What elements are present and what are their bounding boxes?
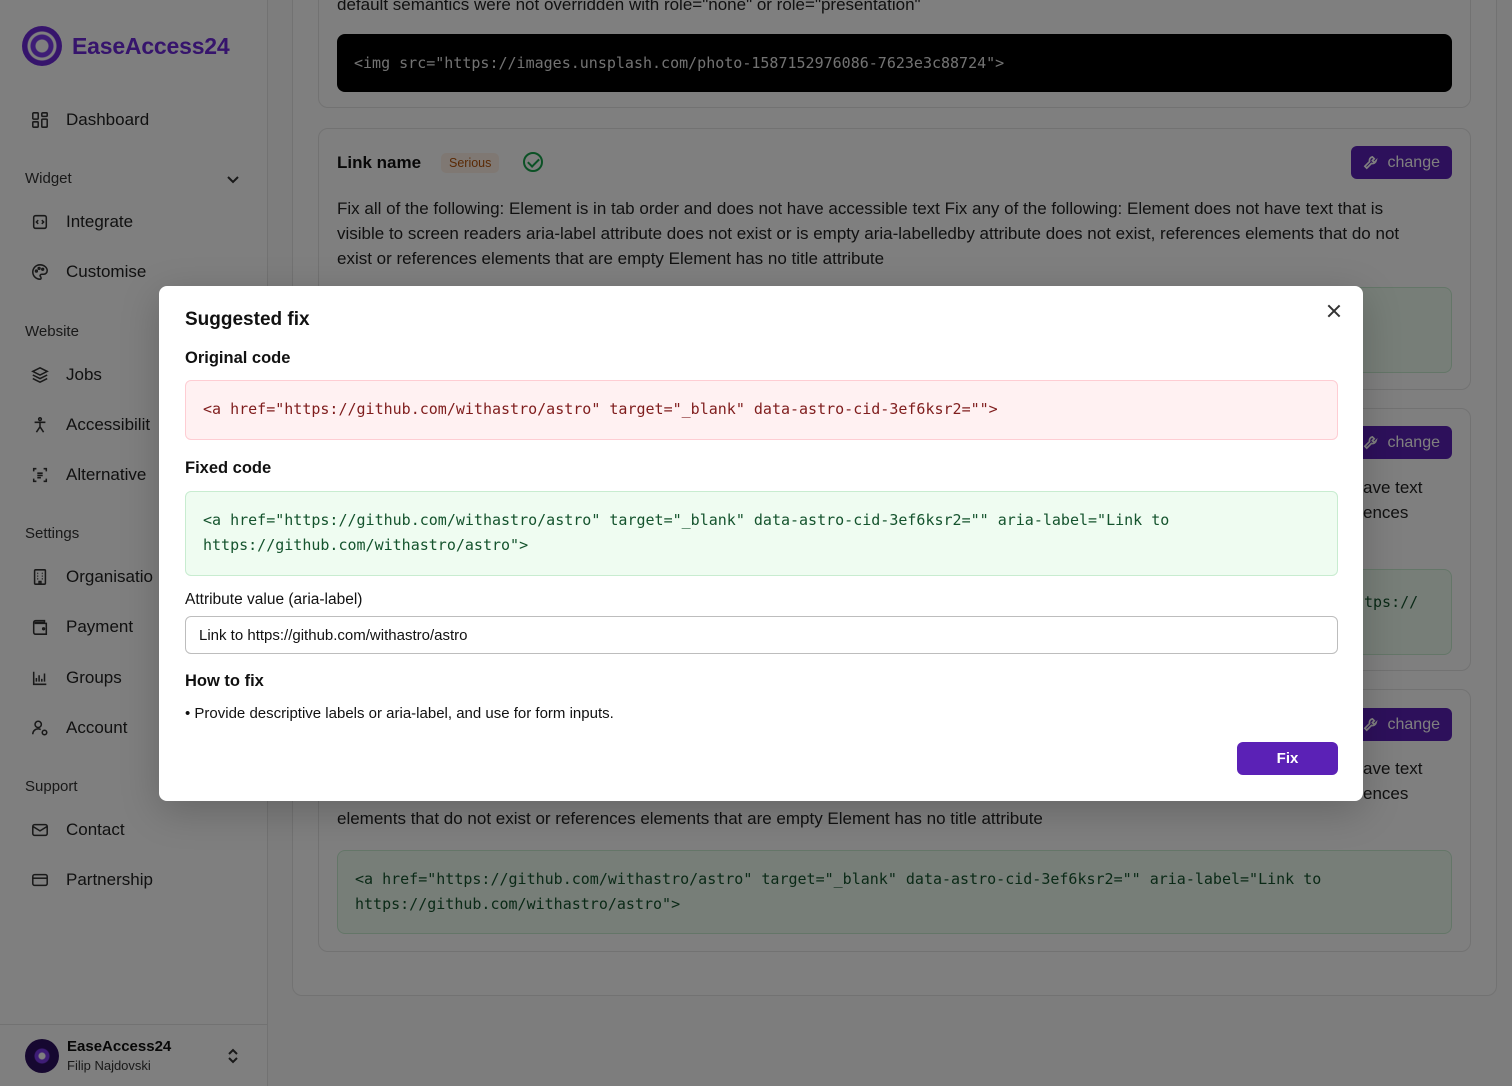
- fixed-code-block: <a href="https://github.com/withastro/as…: [185, 491, 1338, 576]
- how-to-fix-item: • Provide descriptive labels or aria-lab…: [185, 705, 614, 722]
- original-code-block: <a href="https://github.com/withastro/as…: [185, 380, 1338, 440]
- close-icon[interactable]: [1325, 302, 1343, 320]
- suggested-fix-dialog: Suggested fix Original code <a href="htt…: [159, 286, 1363, 801]
- how-to-fix-label: How to fix: [185, 672, 264, 690]
- fixed-code-label: Fixed code: [185, 459, 272, 477]
- fix-button[interactable]: Fix: [1237, 742, 1338, 775]
- attribute-value-label: Attribute value (aria-label): [185, 591, 363, 608]
- aria-label-input[interactable]: [185, 616, 1338, 654]
- original-code-label: Original code: [185, 349, 291, 367]
- dialog-title: Suggested fix: [185, 309, 310, 330]
